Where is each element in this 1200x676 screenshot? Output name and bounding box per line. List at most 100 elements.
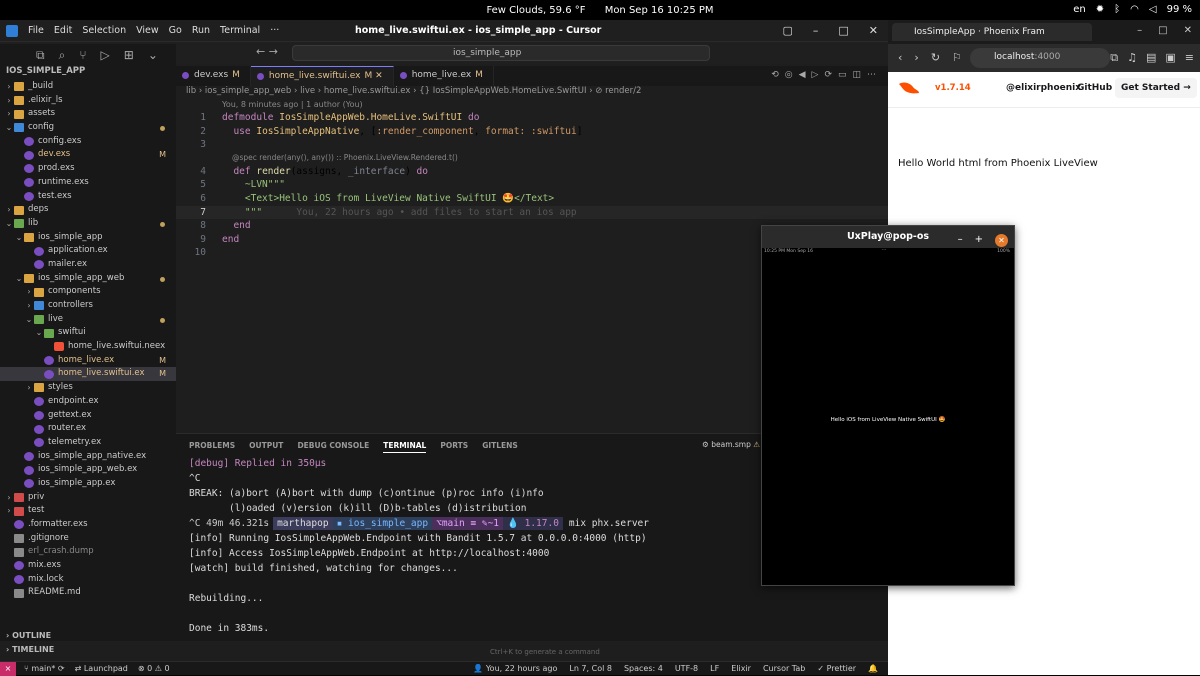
minimize-button[interactable]: – — [813, 24, 819, 37]
wallet-icon[interactable]: ▣ — [1165, 51, 1175, 65]
tree-item[interactable]: › components — [0, 285, 176, 299]
timeline-section[interactable]: › TIMELINE — [0, 645, 176, 659]
tree-item[interactable]: › priv — [0, 491, 176, 505]
volume-icon[interactable]: ◁ — [1149, 4, 1157, 15]
source-control-icon[interactable]: ⑂ — [79, 48, 86, 62]
tree-item[interactable]: ios_simple_app_web.ex — [0, 463, 176, 477]
close-tab-icon[interactable]: ✕ — [375, 71, 383, 81]
bookmark-icon[interactable]: ⚐ — [952, 51, 962, 64]
menu-item-terminal[interactable]: Terminal — [220, 25, 260, 36]
back-icon[interactable]: ‹ — [898, 51, 902, 64]
tree-item[interactable]: mix.exs — [0, 559, 176, 573]
tree-item[interactable]: ⌄ ios_simple_app_web — [0, 272, 176, 286]
tree-item[interactable]: ⌄ live — [0, 313, 176, 327]
tree-item[interactable]: › .elixir_ls — [0, 94, 176, 108]
layout-icon[interactable]: ▢ — [782, 24, 792, 37]
tab-home-live[interactable]: home_live.ex M — [394, 66, 494, 86]
indentation[interactable]: Spaces: 4 — [624, 664, 663, 673]
tree-item[interactable]: router.ex — [0, 422, 176, 436]
battery-indicator[interactable]: 99 % — [1167, 4, 1192, 15]
bluetooth-icon[interactable]: ᛒ — [1114, 4, 1120, 15]
close-button[interactable]: ✕ — [869, 24, 878, 37]
tab-home-live-swiftui[interactable]: home_live.swiftui.ex M ✕ — [250, 66, 394, 86]
menu-item-selection[interactable]: Selection — [82, 25, 126, 36]
clock[interactable]: Mon Sep 16 10:25 PM — [605, 5, 714, 16]
explorer-root[interactable]: IOS_SIMPLE_APP — [0, 66, 176, 80]
tree-item[interactable]: home_live.swiftui.ex M — [0, 367, 176, 382]
launchpad-button[interactable]: ⇄ Launchpad — [75, 664, 128, 673]
prettier[interactable]: ✓ Prettier — [817, 664, 856, 673]
tree-item[interactable]: ⌄ config — [0, 121, 176, 135]
run-debug-icon[interactable]: ▷ — [101, 48, 110, 62]
weather-indicator[interactable]: Few Clouds, 59.6 °F — [486, 5, 585, 16]
panel-tab-terminal[interactable]: TERMINAL — [383, 441, 427, 453]
tree-item[interactable]: .gitignore — [0, 532, 176, 546]
panel-tab-debug-console[interactable]: DEBUG CONSOLE — [297, 441, 369, 456]
back-forward-icon[interactable]: ← → — [256, 45, 278, 58]
minimize-button[interactable]: – — [1137, 25, 1142, 36]
settings-icon[interactable]: ✹ — [1096, 4, 1104, 15]
terminal-task[interactable]: ⚙ beam.smp ⚠ — [702, 440, 760, 449]
extensions-icon[interactable]: ⊞ — [124, 48, 134, 62]
tree-item[interactable]: ⌄ swiftui — [0, 326, 176, 340]
encoding[interactable]: UTF-8 — [675, 664, 698, 673]
tree-item[interactable]: › test — [0, 504, 176, 518]
tree-item[interactable]: › deps — [0, 203, 176, 217]
panel-tab-output[interactable]: OUTPUT — [249, 441, 283, 456]
menu-item-[interactable]: ··· — [270, 25, 279, 36]
tree-item[interactable]: › _build — [0, 80, 176, 94]
breadcrumb[interactable]: lib › ios_simple_app_web › live › home_l… — [176, 86, 888, 100]
maximize-button[interactable]: □ — [838, 24, 848, 37]
tree-item[interactable]: prod.exs — [0, 162, 176, 176]
tree-item[interactable]: › styles — [0, 381, 176, 395]
command-search[interactable]: ios_simple_app — [292, 45, 710, 61]
tree-item[interactable]: home_live.swiftui.neex — [0, 340, 176, 354]
tree-item[interactable]: home_live.ex M — [0, 354, 176, 368]
problems-indicator[interactable]: ⊗ 0 ⚠ 0 — [138, 664, 170, 673]
wifi-icon[interactable]: ◠ — [1130, 4, 1139, 15]
media-icon[interactable]: ♫ — [1127, 51, 1137, 65]
tree-item[interactable]: › controllers — [0, 299, 176, 313]
remote-icon[interactable]: ⨯ — [0, 661, 16, 676]
twitter-link[interactable]: @elixirphoenix — [1006, 83, 1081, 93]
branch-indicator[interactable]: ⑂ main* ⟳ — [24, 664, 65, 673]
menu-item-file[interactable]: File — [28, 25, 44, 36]
tree-item[interactable]: README.md — [0, 586, 176, 600]
status-blame[interactable]: 👤 You, 22 hours ago — [473, 664, 557, 673]
menu-item-run[interactable]: Run — [192, 25, 210, 36]
sidebar-icon[interactable]: ▤ — [1146, 51, 1156, 65]
panel-tab-ports[interactable]: PORTS — [440, 441, 468, 456]
menu-icon[interactable]: ≡ — [1185, 51, 1194, 65]
tree-item[interactable]: .formatter.exs — [0, 518, 176, 532]
tree-item[interactable]: › assets — [0, 107, 176, 121]
tree-item[interactable]: ios_simple_app.ex — [0, 477, 176, 491]
tree-item[interactable]: mix.lock — [0, 573, 176, 587]
browser-tab[interactable]: IosSimpleApp · Phoenix Fram — [892, 23, 1092, 41]
eol[interactable]: LF — [710, 664, 719, 673]
tree-item[interactable]: runtime.exs — [0, 176, 176, 190]
language-mode[interactable]: Elixir — [731, 664, 751, 673]
extensions-icon[interactable]: ⧉ — [1110, 51, 1118, 65]
tree-item[interactable]: telemetry.ex — [0, 436, 176, 450]
tree-item[interactable]: ⌄ lib — [0, 217, 176, 231]
panel-tab-gitlens[interactable]: GITLENS — [482, 441, 518, 456]
outline-section[interactable]: › OUTLINE — [0, 631, 176, 645]
get-started-button[interactable]: Get Started → — [1115, 78, 1197, 98]
maximize-button[interactable]: □ — [1158, 25, 1167, 36]
tree-item[interactable]: config.exs — [0, 135, 176, 149]
tree-item[interactable]: ios_simple_app_native.ex — [0, 450, 176, 464]
editor-actions[interactable]: ⟲◎◀▷⟳▭◫⋯ — [771, 70, 882, 80]
tree-item[interactable]: erl_crash.dump — [0, 545, 176, 559]
address-bar[interactable]: localhost:4000 — [970, 48, 1110, 68]
tree-item[interactable]: endpoint.ex — [0, 395, 176, 409]
phoenix-logo-icon[interactable] — [898, 81, 920, 95]
close-button[interactable]: ✕ — [995, 233, 1008, 247]
cursor-tab[interactable]: Cursor Tab — [763, 664, 805, 673]
menu-item-view[interactable]: View — [136, 25, 159, 36]
forward-icon[interactable]: › — [914, 51, 918, 64]
reload-icon[interactable]: ↻ — [931, 51, 940, 64]
explorer-icon[interactable]: ⧉ — [36, 48, 45, 63]
menu-item-go[interactable]: Go — [169, 25, 182, 36]
tree-item[interactable]: application.ex — [0, 244, 176, 258]
tree-item[interactable]: ⌄ ios_simple_app — [0, 231, 176, 245]
